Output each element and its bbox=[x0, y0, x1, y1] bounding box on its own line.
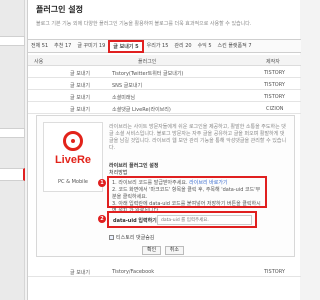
step-2: 2. 코드 화면에서 '마크코드' 항목을 클릭 후, 주목해 'data-ui… bbox=[112, 187, 261, 200]
left-sidebar bbox=[0, 0, 25, 300]
row-author: TISTORY bbox=[264, 94, 285, 100]
tab-revenue[interactable]: 수익 5 bbox=[195, 40, 215, 53]
row-name: SNS 글보내기 bbox=[112, 83, 143, 89]
hide-comments-option[interactable]: 티스토리 댓글숨김 bbox=[109, 234, 154, 241]
category-tabs: 전체 51 추천 17 글 꾸미기 19 글 보내기 5 우리가 15 관리 2… bbox=[28, 39, 301, 53]
tab-recommended[interactable]: 추천 17 bbox=[51, 40, 74, 53]
table-header: 사용 플러그인 제작자 bbox=[28, 55, 301, 66]
uid-input[interactable] bbox=[157, 215, 252, 225]
step-1: 1. 라이브리 코드를 발급받아주세요. 라이브리 바로가기 bbox=[112, 180, 262, 187]
page-title: 플러그인 설정 bbox=[36, 5, 83, 14]
plugin-description: 라이브리는 사이트 방문자들에게 쉬운 로그인을 제공하고, 활발한 소통을 주… bbox=[109, 124, 287, 151]
table-row[interactable]: 글 보내기 소셜미래님 TISTORY bbox=[28, 91, 301, 102]
row-author: TISTORY bbox=[264, 269, 285, 275]
confirm-button[interactable]: 확인 bbox=[142, 246, 162, 255]
tab-manage[interactable]: 관리 20 bbox=[171, 40, 194, 53]
action-buttons: 확인 취소 bbox=[142, 246, 186, 255]
plugin-logo-text: LiveRe bbox=[54, 154, 92, 166]
instructions-box: 1. 라이브리 코드를 발급받아주세요. 라이브리 바로가기 2. 코드 화면에… bbox=[107, 176, 267, 214]
row-type: 글 보내기 bbox=[70, 83, 90, 89]
sidebar-tab[interactable] bbox=[0, 36, 25, 46]
tab-skin[interactable]: 스킨 플랫폼적 7 bbox=[215, 40, 255, 53]
row-type: 글 보내기 bbox=[70, 270, 90, 276]
uid-field-box: data-uid 입력하기 bbox=[107, 211, 257, 228]
sidebar-tab-active[interactable] bbox=[0, 168, 25, 181]
table-row[interactable]: 글 보내기 Tistory(Twitter트위터 글보내기) TISTORY bbox=[28, 67, 301, 78]
row-type: 글 보내기 bbox=[70, 107, 90, 113]
row-name: 소셜미래님 bbox=[112, 95, 136, 101]
tab-ours[interactable]: 우리가 15 bbox=[144, 40, 172, 53]
table-row[interactable]: 글 보내기 Tistory/Facebook TISTORY bbox=[28, 266, 301, 277]
row-name: 소셜댓글 LiveRe(라이브리) bbox=[112, 107, 171, 113]
step-badge-1: 1 bbox=[98, 179, 106, 187]
row-author: CIZION bbox=[266, 106, 284, 112]
tab-all[interactable]: 전체 51 bbox=[28, 40, 51, 53]
row-name: Tistory/Facebook bbox=[112, 269, 155, 275]
step-1-text: 1. 라이브리 코드를 발급받아주세요. bbox=[112, 180, 188, 186]
header-plugin: 플러그인 bbox=[138, 59, 157, 65]
tab-send-post[interactable]: 글 보내기 5 bbox=[108, 40, 144, 53]
row-type: 글 보내기 bbox=[70, 95, 90, 101]
table-row[interactable]: 글 보내기 SNS 글보내기 TISTORY bbox=[28, 79, 301, 90]
header-author: 제작자 bbox=[266, 59, 280, 65]
step-badge-2: 2 bbox=[98, 215, 106, 223]
tab-decorate[interactable]: 글 꾸미기 19 bbox=[74, 40, 108, 53]
table-row-expanded[interactable]: 글 보내기 소셜댓글 LiveRe(라이브리) CIZION bbox=[28, 103, 301, 114]
plugin-detail-panel: LiveRe PC & Mobile 라이브리는 사이트 방문자들에게 쉬운 로… bbox=[36, 115, 295, 257]
hide-comments-label: 티스토리 댓글숨김 bbox=[116, 235, 155, 241]
sidebar-tab[interactable] bbox=[0, 128, 25, 138]
row-author: TISTORY bbox=[264, 82, 285, 88]
settings-subtitle: 처리방법 bbox=[109, 170, 128, 176]
uid-field-label: data-uid 입력하기 bbox=[113, 218, 157, 224]
hide-comments-checkbox[interactable] bbox=[109, 235, 114, 240]
livere-link[interactable]: 라이브리 바로가기 bbox=[189, 180, 227, 186]
platform-label: PC & Mobile bbox=[58, 179, 88, 185]
row-type: 글 보내기 bbox=[70, 71, 90, 77]
livere-logo-icon bbox=[63, 131, 83, 151]
plugin-settings-panel: 플러그인 설정 블로그 기본 기능 외에 다양한 플러그인 기능을 활용하여 블… bbox=[27, 0, 301, 300]
row-name: Tistory(Twitter트위터 글보내기) bbox=[112, 71, 184, 77]
header-use: 사용 bbox=[34, 59, 44, 65]
row-author: TISTORY bbox=[264, 70, 285, 76]
plugin-logo-card: LiveRe PC & Mobile bbox=[43, 122, 103, 192]
settings-title: 라이브리 플러그인 설정 bbox=[109, 163, 159, 169]
page-description: 블로그 기본 기능 외에 다양한 플러그인 기능을 활용하여 블로그를 더욱 효… bbox=[36, 21, 252, 27]
cancel-button[interactable]: 취소 bbox=[164, 246, 184, 255]
